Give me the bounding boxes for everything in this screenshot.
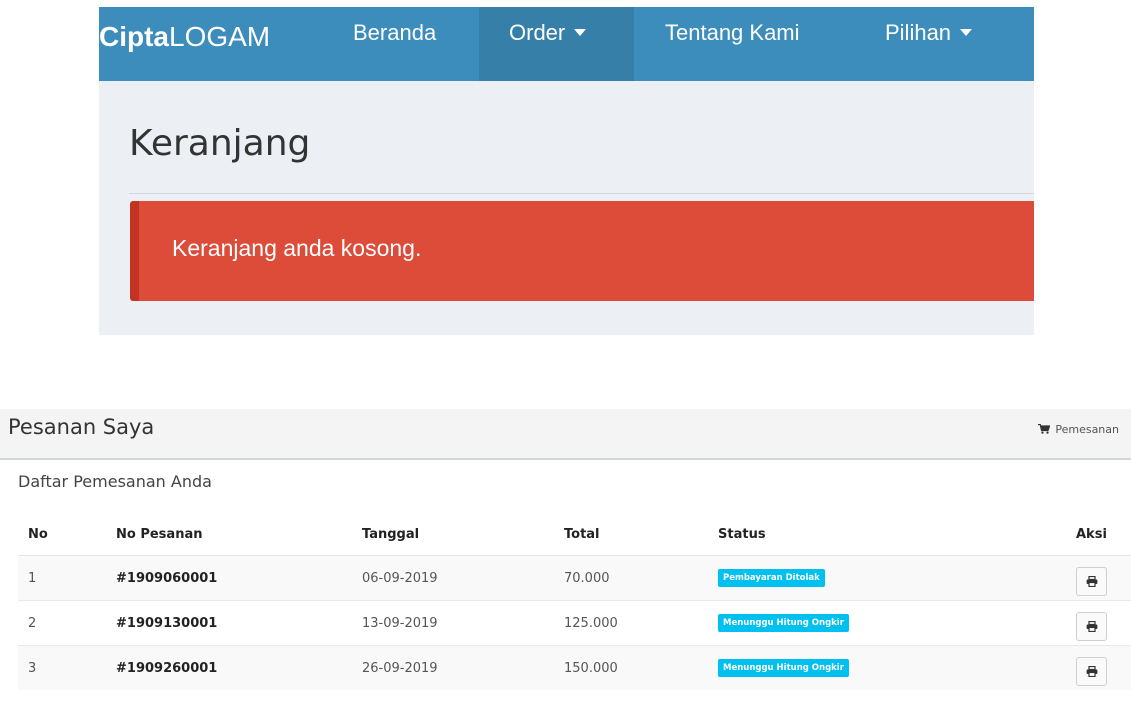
column-header: No Pesanan — [106, 513, 352, 556]
column-header: Tanggal — [352, 513, 554, 556]
column-header: No — [18, 513, 106, 556]
nav-item-label: Tentang Kami — [665, 20, 800, 45]
caret-down-icon — [960, 28, 973, 36]
cart-panel: CiptaLOGAM Beranda Order Tentang Kami Pi… — [99, 7, 1034, 335]
print-button[interactable] — [1076, 656, 1107, 686]
cell-action — [1066, 600, 1131, 646]
cell-total: 70.000 — [554, 555, 708, 601]
print-button[interactable] — [1076, 611, 1107, 641]
print-icon — [1086, 575, 1097, 587]
table-row: 2 #1909130001 13-09-2019 125.000 Menungg… — [18, 600, 1131, 646]
cell-order-no: #1909130001 — [106, 600, 352, 646]
cell-total: 125.000 — [554, 600, 708, 646]
top-navbar: CiptaLOGAM Beranda Order Tentang Kami Pi… — [99, 7, 1034, 81]
print-icon — [1086, 665, 1097, 677]
cell-status: Menunggu Hitung Ongkir — [708, 645, 1066, 690]
print-button[interactable] — [1076, 566, 1107, 596]
brand-rest: LOGAM — [169, 21, 271, 52]
table-row: 1 #1909060001 06-09-2019 70.000 Pembayar… — [18, 555, 1131, 601]
print-icon — [1086, 620, 1097, 632]
breadcrumb-label: Pemesanan — [1055, 423, 1119, 436]
nav-item-label: Beranda — [353, 20, 437, 45]
orders-title: Pesanan Saya — [8, 415, 155, 439]
cell-date: 06-09-2019 — [352, 555, 554, 601]
divider — [129, 193, 1034, 194]
nav-item-order[interactable]: Order — [479, 7, 634, 81]
cell-action — [1066, 555, 1131, 601]
nav-item-label: Order — [509, 20, 566, 45]
table-header-row: No No Pesanan Tanggal Total Status Aksi — [18, 513, 1131, 556]
brand-logo[interactable]: CiptaLOGAM — [99, 17, 270, 57]
table-row: 3 #1909260001 26-09-2019 150.000 Menungg… — [18, 645, 1131, 690]
empty-cart-alert: Keranjang anda kosong. — [130, 201, 1034, 301]
breadcrumb[interactable]: Pemesanan — [1038, 423, 1119, 437]
orders-header: Pesanan Saya Pemesanan — [0, 409, 1131, 460]
nav-item-tentang-kami[interactable]: Tentang Kami — [634, 7, 824, 81]
cell-no: 2 — [18, 600, 106, 646]
caret-down-icon — [574, 28, 587, 36]
status-badge: Pembayaran Ditolak — [718, 569, 825, 587]
cell-order-no: #1909260001 — [106, 645, 352, 690]
cell-status: Pembayaran Ditolak — [708, 555, 1066, 601]
column-header: Status — [708, 513, 1066, 556]
shopping-cart-icon — [1038, 423, 1051, 437]
orders-panel: Pesanan Saya Pemesanan Daftar Pemesanan … — [0, 409, 1131, 715]
status-badge: Menunggu Hitung Ongkir — [718, 614, 849, 632]
cell-no: 3 — [18, 645, 106, 690]
page-title: Keranjang — [129, 123, 311, 164]
alert-message: Keranjang anda kosong. — [172, 235, 422, 261]
cell-action — [1066, 645, 1131, 690]
brand-bold: Cipta — [99, 21, 169, 52]
cell-order-no: #1909060001 — [106, 555, 352, 601]
column-header: Total — [554, 513, 708, 556]
cell-date: 13-09-2019 — [352, 600, 554, 646]
orders-subtitle: Daftar Pemesanan Anda — [18, 472, 212, 491]
orders-table: No No Pesanan Tanggal Total Status Aksi … — [18, 513, 1131, 690]
cell-no: 1 — [18, 555, 106, 601]
status-badge: Menunggu Hitung Ongkir — [718, 659, 849, 677]
nav-item-pilihan[interactable]: Pilihan — [859, 7, 1019, 81]
cell-status: Menunggu Hitung Ongkir — [708, 600, 1066, 646]
cell-total: 150.000 — [554, 645, 708, 690]
column-header: Aksi — [1066, 513, 1131, 556]
cell-date: 26-09-2019 — [352, 645, 554, 690]
nav-item-beranda[interactable]: Beranda — [327, 7, 452, 81]
nav-item-label: Pilihan — [885, 20, 952, 45]
